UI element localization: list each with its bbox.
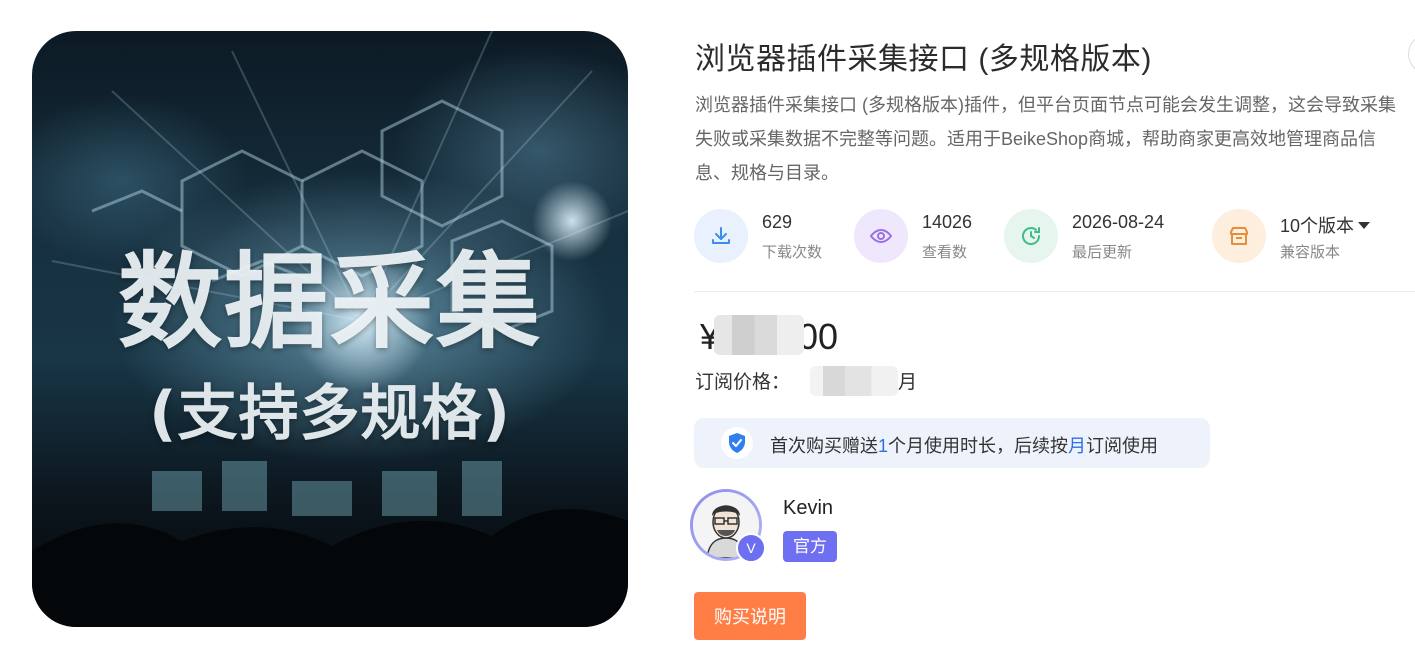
stat-label: 兼容版本 [1280,244,1341,261]
subscription-label: 订阅价格： [695,372,791,393]
official-tag: 官方 [783,531,837,562]
verified-badge: V [736,533,766,563]
clock-icon [1004,209,1058,263]
eye-icon [854,209,908,263]
notice-part: 个月使用时长，后续按 [888,436,1069,456]
blurred-subscription-price [810,365,899,396]
divider [694,291,1415,292]
subscription-notice: 首次购买赠送1个月使用时长，后续按月订阅使用 [694,418,1210,468]
product-description: 浏览器插件采集接口 (多规格版本)插件，但平台页面节点可能会发生调整，这会导致采… [695,95,1396,183]
chevron-down-icon [1358,221,1371,229]
product-title: 浏览器插件采集接口 (多规格版本) [695,43,1152,76]
stat-value: 14026 [922,212,973,232]
notice-part: 首次购买赠送 [770,436,878,456]
shield-check-icon [721,427,753,459]
version-dropdown[interactable]: 10个版本 [1280,212,1371,238]
stat-label: 下载次数 [762,244,823,261]
stat-label: 查看数 [922,244,968,261]
stat-value: 2026-08-24 [1072,212,1165,232]
cover-title: 数据采集 [117,241,542,363]
notice-period: 月 [1068,436,1087,456]
store-icon [1212,209,1266,263]
price: ¥00 [700,315,839,359]
subscription-price: 订阅价格： 月 [695,365,918,398]
notice-text: 首次购买赠送1个月使用时长，后续按月订阅使用 [770,432,1158,458]
stats-bar: 629 下载次数 14026 查看数 2026-08-24 最后更新 10个版本… [694,208,1414,264]
product-cover-image: 数据采集 (支持多规格) [32,31,628,627]
stat-label: 最后更新 [1072,244,1133,261]
cover-subtitle: (支持多规格) [149,379,511,449]
favorite-button[interactable] [1408,34,1415,74]
stat-value: 10个版本 [1280,216,1355,236]
subscription-suffix: 月 [898,372,918,393]
notice-part: 订阅使用 [1086,436,1159,456]
download-icon [694,209,748,263]
purchase-info-button[interactable]: 购买说明 [694,592,806,640]
author-name[interactable]: Kevin [783,497,833,520]
notice-months: 1 [878,436,889,456]
stat-value: 629 [762,212,793,232]
blurred-price [714,315,805,356]
price-suffix: 00 [798,316,839,357]
